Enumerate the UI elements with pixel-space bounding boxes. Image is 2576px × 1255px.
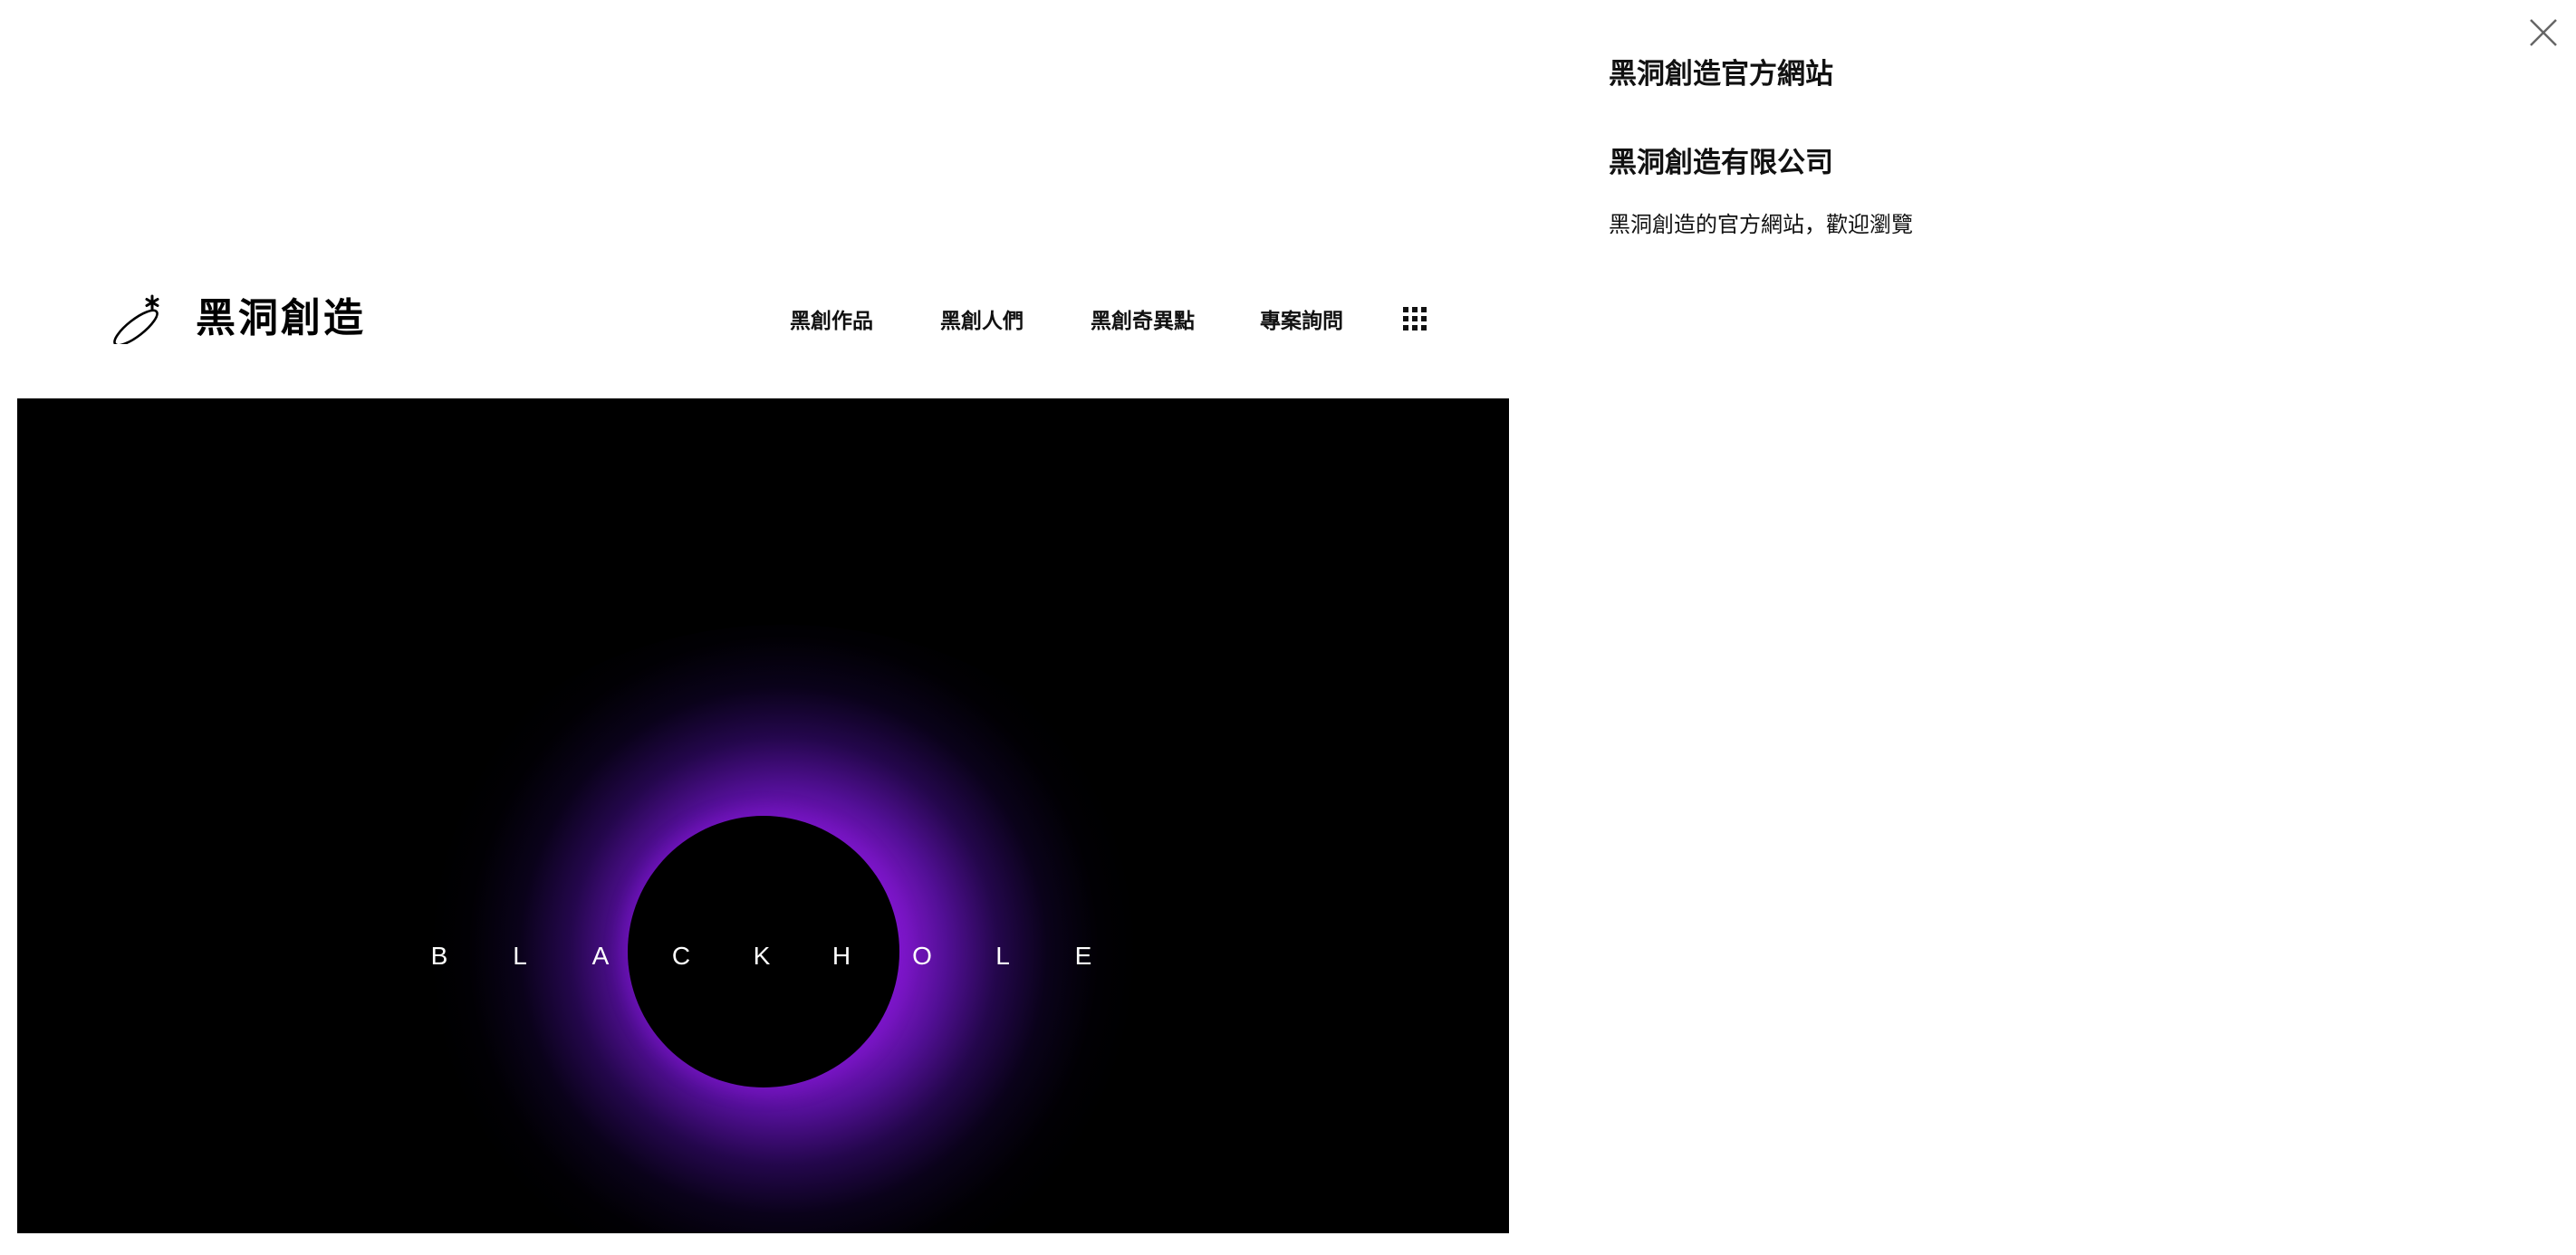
hero-letter: E — [1074, 942, 1092, 970]
hero-letter: L — [513, 942, 527, 970]
grid-menu-icon[interactable] — [1403, 307, 1427, 331]
company-name: 黑洞創造有限公司 — [1609, 147, 1833, 179]
nav-item-works[interactable]: 黑創作品 — [790, 303, 873, 334]
hero-letter: L — [995, 942, 1010, 970]
site-logo[interactable]: 黑洞創造 — [111, 292, 366, 346]
nav-item-people[interactable]: 黑創人們 — [940, 303, 1024, 334]
nav-item-singularity[interactable]: 黑創奇異點 — [1091, 303, 1195, 334]
info-panel: 黑洞創造官方網站 黑洞創造有限公司 黑洞創造的官方網站，歡迎瀏覽 — [1609, 54, 2424, 241]
page: 黑洞創造 黑創作品 黑創人們 黑創奇異點 專案詢問 B L A C K H O … — [0, 0, 2576, 1255]
logo-text: 黑洞創造 — [196, 295, 366, 341]
close-icon[interactable] — [2527, 16, 2560, 49]
main-nav: 黑創作品 黑創人們 黑創奇異點 專案詢問 — [790, 301, 1427, 337]
hero-banner: B L A C K H O L E — [17, 398, 1509, 1233]
logo-mark-icon — [113, 294, 159, 344]
hero-letter: O — [912, 942, 932, 970]
hero-letter: B — [430, 942, 448, 970]
hero-letter: C — [671, 942, 691, 970]
hero-letter: H — [831, 942, 851, 970]
hero-wordmark: B L A C K H O L E — [17, 938, 1509, 974]
hero-letter: K — [753, 942, 771, 970]
nav-item-inquiry[interactable]: 專案詢問 — [1260, 303, 1343, 334]
site-header: 黑洞創造 黑創作品 黑創人們 黑創奇異點 專案詢問 — [0, 272, 1509, 362]
hero-letter: A — [591, 942, 610, 970]
site-description: 黑洞創造的官方網站，歡迎瀏覽 — [1609, 212, 1913, 237]
site-title: 黑洞創造官方網站 — [1609, 58, 1833, 91]
